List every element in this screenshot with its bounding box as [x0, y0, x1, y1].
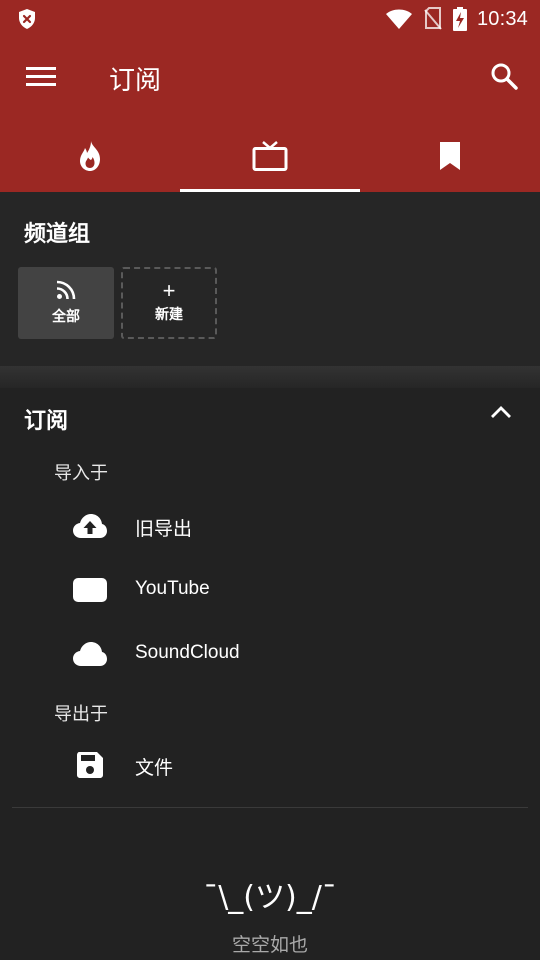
import-from-label: 导入于 — [54, 463, 108, 483]
import-item-label: 旧导出 — [135, 519, 193, 540]
import-previous-export[interactable]: 旧导出 — [0, 496, 540, 556]
status-bar: 10:34 — [0, 0, 540, 38]
hamburger-menu-icon[interactable] — [26, 64, 56, 88]
group-chip-label: 全部 — [52, 308, 80, 324]
cloud-upload-icon — [72, 510, 108, 542]
tab-trending[interactable] — [0, 120, 180, 192]
export-to-label: 导出于 — [54, 704, 108, 724]
rss-icon — [56, 280, 76, 300]
import-item-label: YouTube — [135, 578, 210, 599]
wifi-icon — [385, 9, 412, 29]
page-title: 订阅 — [109, 65, 162, 95]
status-time: 10:34 — [476, 7, 528, 30]
section-separator — [0, 366, 540, 388]
tab-bookmarks[interactable] — [360, 120, 540, 192]
new-group-button[interactable]: + 新建 — [121, 267, 217, 339]
chevron-up-icon[interactable] — [490, 404, 512, 420]
import-item-label: SoundCloud — [135, 642, 240, 663]
subscriptions-heading: 订阅 — [24, 408, 69, 433]
fire-icon — [80, 141, 100, 171]
youtube-icon — [72, 574, 108, 606]
tv-icon — [252, 141, 288, 171]
tab-subscriptions[interactable] — [180, 120, 360, 192]
export-item-label: 文件 — [135, 758, 174, 779]
search-icon[interactable] — [490, 62, 518, 90]
channel-groups-panel: 频道组 全部 + 新建 — [0, 192, 540, 366]
app-bar: 订阅 — [0, 38, 540, 120]
import-soundcloud[interactable]: SoundCloud — [0, 624, 540, 684]
cloud-icon — [72, 638, 108, 670]
battery-charging-icon — [452, 7, 467, 31]
no-sim-icon — [424, 7, 442, 30]
channel-groups-heading: 频道组 — [24, 221, 91, 246]
save-icon — [72, 749, 108, 781]
tab-bar — [0, 120, 540, 192]
empty-state-text: 空空如也 — [231, 935, 308, 956]
empty-state-emoticon: ¯\_(ツ)_/¯ — [203, 880, 337, 915]
group-chip-all[interactable]: 全部 — [18, 267, 114, 339]
plus-icon: + — [162, 278, 176, 303]
import-youtube[interactable]: YouTube — [0, 560, 540, 620]
export-file[interactable]: 文件 — [0, 735, 540, 795]
bookmark-icon — [440, 142, 460, 170]
new-group-label: 新建 — [155, 306, 183, 322]
list-divider — [12, 807, 528, 808]
shield-x-icon — [19, 9, 35, 29]
